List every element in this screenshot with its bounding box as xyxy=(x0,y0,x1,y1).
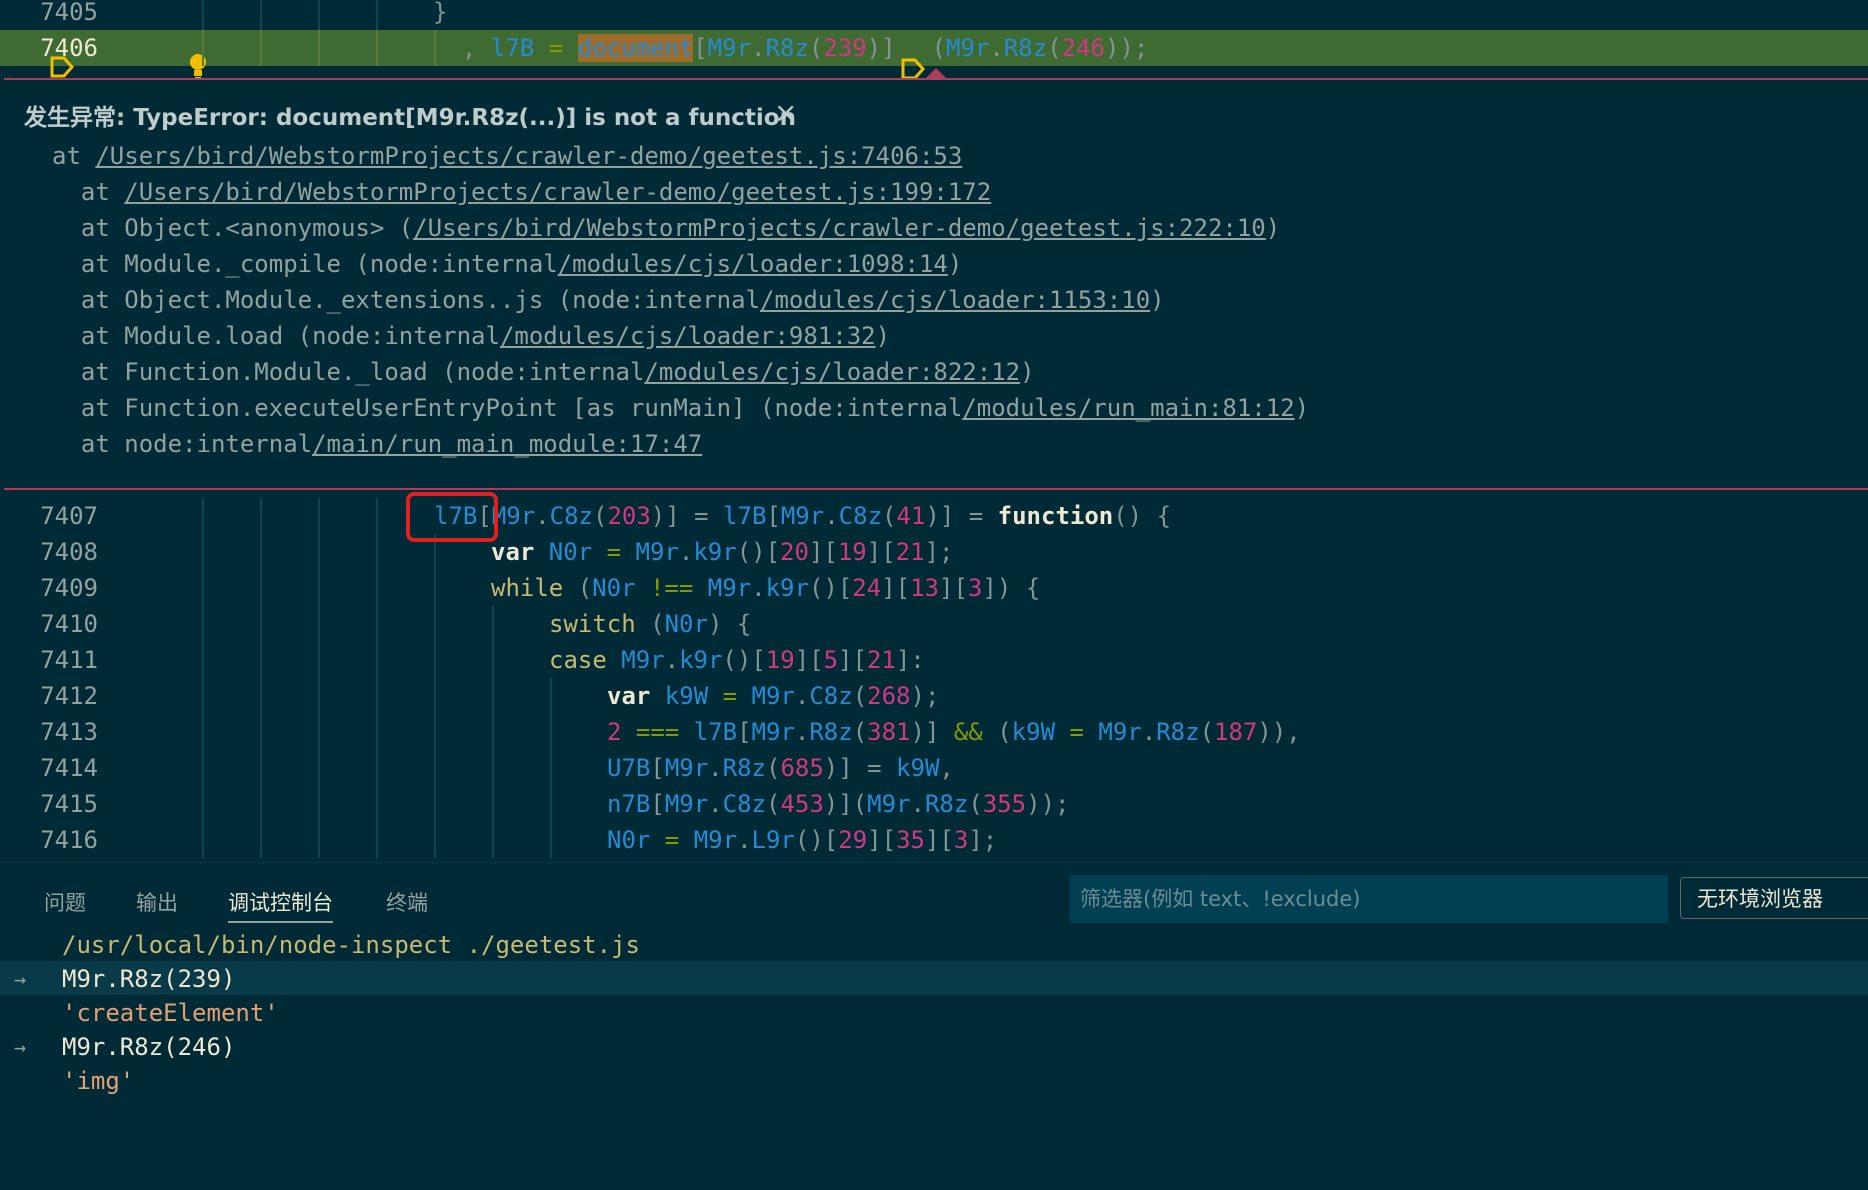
code-line-7408: 7408 var N0r = M9r.k9r()[20][19][21]; xyxy=(0,534,1868,570)
environment-select[interactable]: 无环境浏览器 xyxy=(1680,877,1868,919)
line-number: 7410 xyxy=(40,610,98,638)
code-text: U7B[M9r.R8z(685)] = k9W, xyxy=(607,754,954,782)
code-text: var N0r = M9r.k9r()[20][19][21]; xyxy=(491,538,954,566)
stack-frame-link[interactable]: /modules/run_main:81:12 xyxy=(962,394,1294,422)
stack-frame-link[interactable]: /modules/cjs/loader:822:12 xyxy=(644,358,1020,386)
annotation-box xyxy=(406,492,498,542)
input-arrow-icon: → xyxy=(14,1035,27,1059)
stack-frame: at Function.Module._load (node:internal/… xyxy=(52,358,1035,386)
code-text: l7B[M9r.C8z(203)] = l7B[M9r.C8z(41)] = f… xyxy=(434,502,1172,530)
stack-frame: at /Users/bird/WebstormProjects/crawler-… xyxy=(52,142,963,170)
line-number: 7411 xyxy=(40,646,98,674)
line-number: 7413 xyxy=(40,718,98,746)
stack-frame-link[interactable]: /Users/bird/WebstormProjects/crawler-dem… xyxy=(124,178,991,206)
stack-frame-link[interactable]: /Users/bird/WebstormProjects/crawler-dem… xyxy=(413,214,1266,242)
code-line-7413: 7413 2 === l7B[M9r.R8z(381)] && (k9W = M9… xyxy=(0,714,1868,750)
console-entry: → M9r.R8z(239) xyxy=(0,961,1868,995)
line-number: 7408 xyxy=(40,538,98,566)
tab-problems[interactable]: 问题 xyxy=(44,887,86,917)
stack-frame: at Module._compile (node:internal/module… xyxy=(52,250,963,278)
code-line-7415: 7415 n7B[M9r.C8z(453)](M9r.R8z(355)); xyxy=(0,786,1868,822)
exception-peek-widget: 发生异常: TypeError: document[M9r.R8z(...)] … xyxy=(4,68,1868,490)
stack-frame-link[interactable]: /modules/cjs/loader:981:32 xyxy=(500,322,876,350)
code-text: switch (N0r) { xyxy=(549,610,752,638)
code-line-7409: 7409 while (N0r !== M9r.k9r()[24][13][3])… xyxy=(0,570,1868,606)
console-entry: 'img' xyxy=(62,1067,135,1095)
code-line-7407: 7407 l7B[M9r.C8z(203)] = l7B[M9r.C8z(41)]… xyxy=(0,498,1868,534)
stack-frame-link[interactable]: /modules/cjs/loader:1153:10 xyxy=(760,286,1150,314)
stack-frame: at /Users/bird/WebstormProjects/crawler-… xyxy=(52,178,992,206)
code-text: 2 === l7B[M9r.R8z(381)] && (k9W = M9r.R8… xyxy=(607,718,1301,746)
code-text: var k9W = M9r.C8z(268); xyxy=(607,682,940,710)
code-text: , l7B = document[M9r.R8z(239)] (M9r.R8z(2… xyxy=(462,34,1148,80)
code-text: N0r = M9r.L9r()[29][35][3]; xyxy=(607,826,998,854)
line-number: 7412 xyxy=(40,682,98,710)
stack-frame: at Module.load (node:internal/modules/cj… xyxy=(52,322,891,350)
line-number: 7407 xyxy=(40,502,98,530)
stack-frame-link[interactable]: /modules/cjs/loader:1098:14 xyxy=(558,250,948,278)
code-text: } xyxy=(433,0,448,26)
code-line-7405: 7405 } xyxy=(0,0,1868,30)
stack-frame: at Object.<anonymous> (/Users/bird/Webst… xyxy=(52,214,1281,242)
stack-frame: at node:internal/main/run_main_module:17… xyxy=(52,430,703,458)
tab-debug-console[interactable]: 调试控制台 xyxy=(228,887,333,923)
code-text: case M9r.k9r()[19][5][21]: xyxy=(549,646,925,674)
bottom-panel: 问题 输出 调试控制台 终端 筛选器(例如 text、!exclude) 无环境… xyxy=(0,862,1868,1190)
code-text: n7B[M9r.C8z(453)](M9r.R8z(355)); xyxy=(607,790,1070,818)
close-icon[interactable]: × xyxy=(774,96,797,129)
line-number: 7406 xyxy=(40,34,98,62)
code-line-7416: 7416 N0r = M9r.L9r()[29][35][3]; xyxy=(0,822,1868,858)
line-number: 7405 xyxy=(40,0,98,26)
console-filter-input[interactable]: 筛选器(例如 text、!exclude) xyxy=(1070,875,1668,923)
stack-frame: at Object.Module._extensions..js (node:i… xyxy=(52,286,1165,314)
tab-terminal[interactable]: 终端 xyxy=(386,887,428,917)
tab-output[interactable]: 输出 xyxy=(136,887,178,917)
exception-title: 发生异常: TypeError: document[M9r.R8z(...)] … xyxy=(24,105,796,131)
line-number: 7416 xyxy=(40,826,98,854)
code-line-7412: 7412 var k9W = M9r.C8z(268); xyxy=(0,678,1868,714)
stack-frame: at Function.executeUserEntryPoint [as ru… xyxy=(52,394,1310,422)
console-entry: → M9r.R8z(246) xyxy=(14,1033,236,1061)
stack-frame-link[interactable]: /main/run_main_module:17:47 xyxy=(312,430,702,458)
line-number: 7415 xyxy=(40,790,98,818)
code-text: while (N0r !== M9r.k9r()[24][13][3]) { xyxy=(491,574,1041,602)
input-arrow-icon: → xyxy=(14,967,27,991)
inline-breakpoint-icon[interactable] xyxy=(900,58,926,80)
code-line-7414: 7414 U7B[M9r.R8z(685)] = k9W, xyxy=(0,750,1868,786)
stack-frame-link[interactable]: /Users/bird/WebstormProjects/crawler-dem… xyxy=(95,142,962,170)
line-number: 7414 xyxy=(40,754,98,782)
line-number: 7409 xyxy=(40,574,98,602)
console-entry: 'createElement' xyxy=(62,999,279,1027)
code-line-7411: 7411 case M9r.k9r()[19][5][21]: xyxy=(0,642,1868,678)
current-exception-line[interactable]: 7406 , l7B = document[M9r.R8z(239)] (M9r.… xyxy=(0,30,1868,80)
console-entry: /usr/local/bin/node-inspect ./geetest.js xyxy=(62,931,640,959)
code-line-7410: 7410 switch (N0r) { xyxy=(0,606,1868,642)
